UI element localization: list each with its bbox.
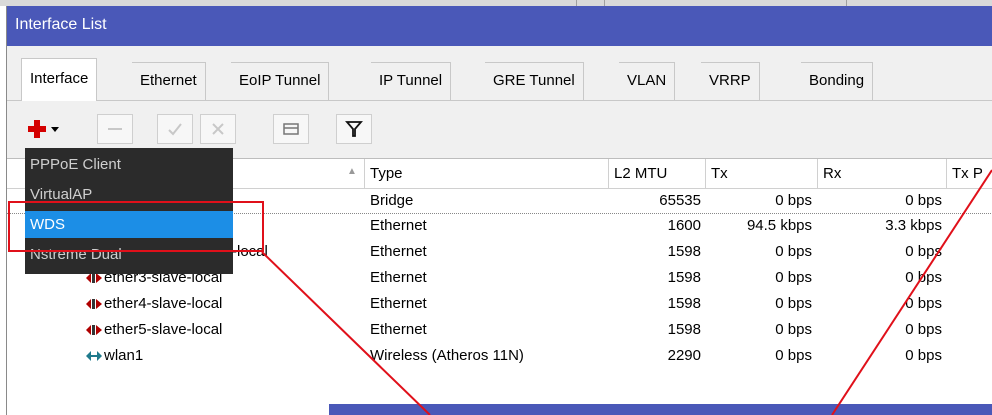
interface-name-cell: ether5-slave-local	[85, 321, 222, 338]
column-header-tx[interactable]: Tx	[706, 159, 818, 189]
add-button[interactable]	[25, 114, 69, 144]
sort-arrow-icon: ▲	[347, 166, 357, 177]
plus-icon	[28, 120, 59, 138]
interface-type: Ethernet	[370, 269, 427, 286]
tab-divider	[7, 100, 992, 101]
interface-rx: 3.3 kbps	[885, 217, 942, 234]
table-row[interactable]: ether5-slave-local Ethernet 1598 0 bps 0…	[7, 319, 992, 343]
interface-l2mtu: 1598	[667, 321, 701, 338]
interface-tx: 0 bps	[775, 243, 812, 260]
enable-button[interactable]	[157, 114, 193, 144]
interface-rx: 0 bps	[905, 269, 942, 286]
interface-name: ether4-slave-local	[104, 295, 223, 312]
comment-button[interactable]	[273, 114, 309, 144]
ethernet-port-icon	[86, 299, 102, 309]
cross-icon	[212, 123, 224, 135]
interface-rx: 0 bps	[905, 321, 942, 338]
column-header-l2mtu[interactable]: L2 MTU	[609, 159, 706, 189]
interface-name-cell: ether4-slave-local	[85, 295, 222, 312]
interface-rx: 0 bps	[905, 243, 942, 260]
remove-button[interactable]	[97, 114, 133, 144]
interface-type: Wireless (Atheros 11N)	[370, 347, 524, 364]
interface-rx: 0 bps	[905, 192, 942, 209]
interface-type: Ethernet	[370, 243, 427, 260]
interface-tx: 0 bps	[775, 192, 812, 209]
interface-type: Ethernet	[370, 217, 427, 234]
ethernet-port-icon	[86, 325, 102, 335]
interface-tx: 0 bps	[775, 321, 812, 338]
interface-name-cell: wlan1	[85, 347, 143, 364]
tab-vrrp[interactable]: VRRP	[701, 62, 760, 100]
window-titlebar[interactable]: Interface List	[7, 6, 992, 46]
minus-icon	[108, 128, 122, 130]
disable-button[interactable]	[200, 114, 236, 144]
column-header-type[interactable]: Type	[365, 159, 609, 189]
column-header-rx[interactable]: Rx	[818, 159, 947, 189]
interface-tx: 0 bps	[775, 347, 812, 364]
new-window-titlebar[interactable]	[329, 404, 992, 415]
table-row[interactable]: ether4-slave-local Ethernet 1598 0 bps 0…	[7, 293, 992, 317]
interface-tx: 0 bps	[775, 295, 812, 312]
tab-ethernet[interactable]: Ethernet	[132, 62, 206, 100]
interface-tx: 0 bps	[775, 269, 812, 286]
filter-button[interactable]	[336, 114, 372, 144]
check-icon	[168, 123, 182, 136]
window-title: Interface List	[15, 16, 107, 33]
interface-name: ether5-slave-local	[104, 321, 223, 338]
interface-l2mtu: 65535	[659, 192, 701, 209]
filter-icon	[345, 121, 363, 137]
tab-ip-tunnel[interactable]: IP Tunnel	[371, 62, 452, 100]
tab-eoip-tunnel[interactable]: EoIP Tunnel	[231, 62, 330, 100]
toolbar	[7, 102, 992, 152]
tab-gre-tunnel[interactable]: GRE Tunnel	[485, 62, 584, 100]
interface-name: wlan1	[104, 347, 144, 364]
tab-bar: Interface Ethernet EoIP Tunnel IP Tunnel…	[7, 58, 992, 102]
tab-bonding[interactable]: Bonding	[801, 62, 874, 100]
interface-l2mtu: 2290	[667, 347, 701, 364]
interface-l2mtu: 1598	[667, 295, 701, 312]
wireless-icon	[86, 351, 102, 361]
interface-l2mtu: 1598	[667, 269, 701, 286]
interface-type: Bridge	[370, 192, 414, 209]
interface-l2mtu: 1598	[667, 243, 701, 260]
interface-rx: 0 bps	[905, 295, 942, 312]
interface-rx: 0 bps	[905, 347, 942, 364]
interface-type: Ethernet	[370, 295, 427, 312]
column-header-tx-packets[interactable]: Tx P	[947, 159, 992, 189]
interface-type: Ethernet	[370, 321, 427, 338]
table-row[interactable]: wlan1 Wireless (Atheros 11N) 2290 0 bps …	[7, 345, 992, 369]
menu-item-pppoe-client[interactable]: PPPoE Client	[25, 151, 233, 178]
tab-interface[interactable]: Interface	[21, 58, 98, 101]
tab-vlan[interactable]: VLAN	[619, 62, 676, 100]
comment-icon	[283, 123, 299, 135]
highlight-box	[8, 201, 264, 252]
interface-l2mtu: 1600	[667, 217, 701, 234]
interface-tx: 94.5 kbps	[746, 217, 812, 234]
